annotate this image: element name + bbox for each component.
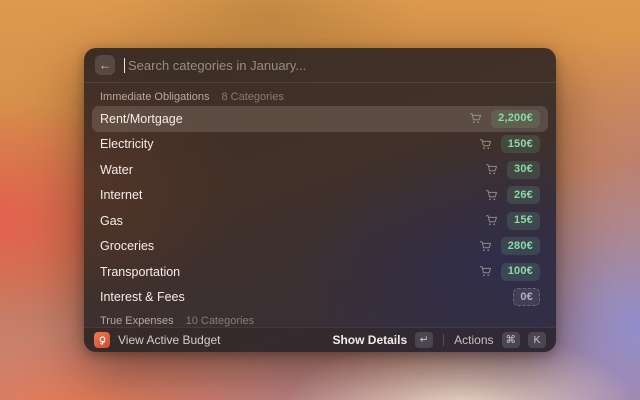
category-row-accessories: 26€ <box>485 186 540 205</box>
category-row[interactable]: Internet 26€ <box>92 183 548 209</box>
k-key-icon: K <box>528 332 546 348</box>
search-input[interactable]: Search categories in January... <box>124 57 545 73</box>
budgeted-amount-badge: 26€ <box>507 186 540 205</box>
text-caret <box>124 57 125 73</box>
category-name: Electricity <box>100 137 154 152</box>
search-placeholder: Search categories in January... <box>128 57 307 73</box>
category-row[interactable]: Rent/Mortgage 2,200€ <box>92 106 548 132</box>
active-command-label: View Active Budget <box>118 333 221 347</box>
category-row-accessories: 2,200€ <box>469 109 540 128</box>
raycast-command-window: ← Search categories in January... Immedi… <box>84 48 556 352</box>
category-name: Rent/Mortgage <box>100 111 183 126</box>
footer-bar: View Active Budget Show Details ↵ Action… <box>84 327 556 352</box>
shopping-cart-icon <box>485 163 498 176</box>
budgeted-amount-badge: 2,200€ <box>491 109 540 128</box>
category-list[interactable]: Immediate Obligations 8 Categories Rent/Mo… <box>84 83 556 327</box>
section-header: Immediate Obligations 8 Categories <box>92 86 548 106</box>
shopping-cart-icon <box>485 214 498 227</box>
shopping-cart-icon <box>469 112 482 125</box>
show-details-button[interactable]: Show Details <box>332 333 407 347</box>
budgeted-amount-badge: 150€ <box>500 135 540 154</box>
category-name: Transportation <box>100 264 181 279</box>
category-row[interactable]: Electricity 150€ <box>92 132 548 158</box>
category-name: Water <box>100 162 133 177</box>
footer-separator <box>443 334 445 346</box>
category-row-accessories: 30€ <box>485 160 540 179</box>
category-name: Gas <box>100 213 123 228</box>
command-key-icon: ⌘ <box>501 332 520 348</box>
category-row-accessories: 150€ <box>479 135 540 154</box>
search-bar: ← Search categories in January... <box>84 48 556 82</box>
ynab-app-icon <box>94 332 110 348</box>
section-title: True Expenses <box>100 315 174 327</box>
category-row[interactable]: Groceries 280€ <box>92 234 548 260</box>
category-row[interactable]: Gas 15€ <box>92 208 548 234</box>
category-name: Interest & Fees <box>100 290 185 305</box>
category-row[interactable]: Water 30€ <box>92 157 548 183</box>
budgeted-amount-badge: 0€ <box>513 288 540 307</box>
section-count: 10 Categories <box>185 315 255 327</box>
budgeted-amount-badge: 15€ <box>507 211 540 230</box>
category-row-accessories: 280€ <box>479 237 540 256</box>
category-name: Groceries <box>100 239 155 254</box>
category-row[interactable]: Interest & Fees 0€ <box>92 285 548 311</box>
category-row-accessories: 15€ <box>485 211 540 230</box>
shopping-cart-icon <box>479 138 492 151</box>
actions-button[interactable]: Actions <box>454 333 493 347</box>
budgeted-amount-badge: 30€ <box>507 160 540 179</box>
budgeted-amount-badge: 100€ <box>500 262 540 281</box>
section-header: True Expenses 10 Categories <box>92 310 548 327</box>
category-name: Internet <box>100 188 143 203</box>
back-button[interactable]: ← <box>95 55 115 75</box>
section-count: 8 Categories <box>221 91 284 103</box>
shopping-cart-icon <box>479 265 492 278</box>
enter-key-icon: ↵ <box>415 332 434 348</box>
category-row[interactable]: Transportation 100€ <box>92 259 548 285</box>
category-row-accessories: 0€ <box>513 288 540 307</box>
section-title: Immediate Obligations <box>100 91 210 103</box>
category-row-accessories: 100€ <box>479 262 540 281</box>
shopping-cart-icon <box>479 240 492 253</box>
shopping-cart-icon <box>485 189 498 202</box>
budgeted-amount-badge: 280€ <box>500 237 540 256</box>
